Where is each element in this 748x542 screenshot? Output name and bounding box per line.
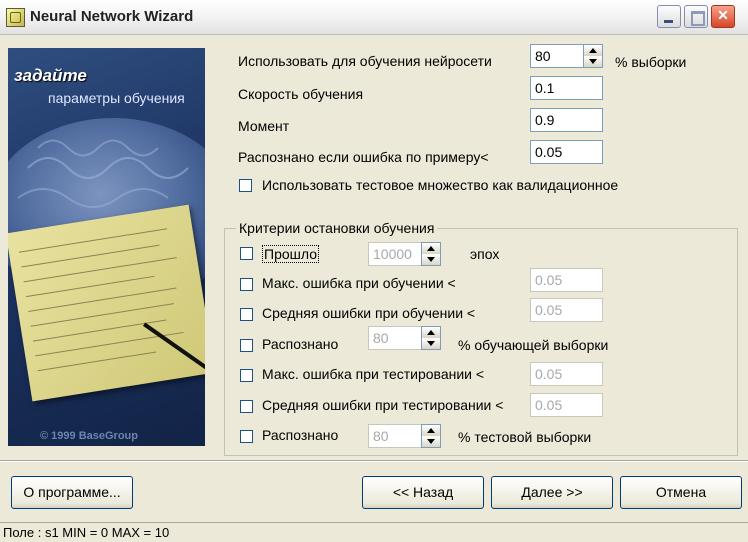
wizard-illustration: задайте параметры обучения © 1999 BaseGr… [8,48,205,446]
test-recognized-spin-buttons[interactable] [421,424,441,448]
sample-use-value[interactable]: 80 [530,44,583,68]
test-recognized-checkbox[interactable] [240,430,253,443]
recognized-threshold-label: Распознано если ошибка по примеру< [238,149,489,165]
test-recognized-unit: % тестовой выборки [458,429,592,445]
sample-use-label: Использовать для обучения нейросети [238,53,492,69]
use-test-as-validation-label[interactable]: Использовать тестовое множество как вали… [262,177,618,193]
spin-down-button[interactable] [584,56,602,67]
epochs-spin-buttons[interactable] [421,242,441,266]
title-bar[interactable]: Neural Network Wizard ✕ [0,0,748,35]
epochs-checkbox[interactable] [240,247,253,260]
epochs-unit: эпох [470,246,500,262]
train-recognized-checkbox[interactable] [240,339,253,352]
minimize-button[interactable] [657,5,681,28]
max-train-error-checkbox[interactable] [240,278,253,291]
arrow-down-icon [427,439,435,444]
illustration-subheading: параметры обучения [48,90,185,106]
next-button[interactable]: Далее >> [491,476,613,509]
maximize-button[interactable] [684,5,708,28]
epochs-spinner[interactable]: 10000 [368,242,441,266]
learning-rate-label: Скорость обучения [238,86,364,102]
close-button[interactable]: ✕ [711,5,735,28]
train-recognized-label[interactable]: Распознано [262,336,338,352]
illustration-copyright: © 1999 BaseGroup [40,430,138,442]
momentum-input[interactable]: 0.9 [530,108,603,132]
test-recognized-value[interactable]: 80 [368,424,421,448]
arrow-up-icon [427,428,435,433]
back-button[interactable]: << Назад [362,476,484,509]
train-recognized-spin-buttons[interactable] [421,326,441,350]
train-recognized-unit: % обучающей выборки [458,337,609,353]
train-recognized-spinner[interactable]: 80 [368,326,441,350]
sample-use-unit: % выборки [615,54,687,70]
arrow-down-icon [427,257,435,262]
spin-down-button[interactable] [422,254,440,265]
test-recognized-spinner[interactable]: 80 [368,424,441,448]
maximize-icon [691,11,705,26]
about-button[interactable]: О программе... [11,476,133,509]
avg-test-error-label[interactable]: Средняя ошибки при тестировании < [262,397,503,413]
arrow-up-icon [427,246,435,251]
spin-down-button[interactable] [422,338,440,349]
avg-train-error-input[interactable]: 0.05 [530,298,603,322]
illustration-heading: задайте [14,66,87,85]
minimize-icon [664,20,673,23]
status-bar: Поле : s1 MIN = 0 MAX = 10 [0,522,748,541]
max-test-error-input[interactable]: 0.05 [530,362,603,386]
window-title: Neural Network Wizard [30,8,194,25]
max-train-error-label[interactable]: Макс. ошибка при обучении < [262,275,456,291]
sample-use-spinner[interactable]: 80 [530,44,603,68]
arrow-down-icon [589,59,597,64]
footer-divider [0,460,748,462]
close-icon: ✕ [717,7,729,23]
max-train-error-input[interactable]: 0.05 [530,268,603,292]
test-recognized-label[interactable]: Распознано [262,427,338,443]
avg-train-error-label[interactable]: Средняя ошибки при обучении < [262,305,475,321]
learning-rate-input[interactable]: 0.1 [530,76,603,100]
epochs-label[interactable]: Прошло [262,245,319,263]
epochs-value[interactable]: 10000 [368,242,421,266]
paper-sheet-graphic [8,204,205,402]
cancel-button[interactable]: Отмена [620,476,742,509]
arrow-down-icon [427,341,435,346]
spin-down-button[interactable] [422,436,440,447]
use-test-as-validation-checkbox[interactable] [239,179,252,192]
recognized-threshold-input[interactable]: 0.05 [530,140,603,164]
max-test-error-checkbox[interactable] [240,369,253,382]
max-test-error-label[interactable]: Макс. ошибка при тестировании < [262,366,484,382]
arrow-up-icon [589,48,597,53]
momentum-label: Момент [238,118,290,134]
train-recognized-value[interactable]: 80 [368,326,421,350]
app-icon [6,8,25,27]
avg-test-error-checkbox[interactable] [240,400,253,413]
avg-train-error-checkbox[interactable] [240,308,253,321]
arrow-up-icon [427,330,435,335]
stop-criteria-title: Критерии остановки обучения [236,220,438,236]
sample-use-spin-buttons[interactable] [583,44,603,68]
avg-test-error-input[interactable]: 0.05 [530,393,603,417]
